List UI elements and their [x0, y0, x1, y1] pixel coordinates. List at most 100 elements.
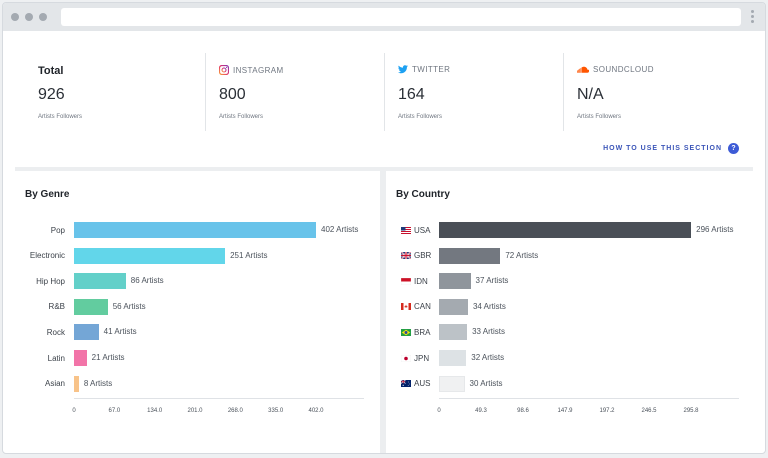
stat-subtitle: Artists Followers [398, 114, 443, 120]
chart-bar[interactable] [74, 222, 316, 238]
category-label: Electronic [15, 250, 65, 262]
x-tick-label: 0 [437, 408, 441, 414]
category-label: USA [401, 224, 430, 236]
category-text: BRA [414, 327, 431, 337]
bar-value-label: 34 Artists [472, 301, 506, 311]
stat-subtitle: Artists Followers [219, 114, 264, 120]
genre-chart-panel: By Genre Pop 402 Artists Electronic 251 Art… [15, 171, 380, 453]
category-label: Pop [15, 224, 65, 236]
bar-value-label: 37 Artists [475, 276, 509, 286]
bar-value-label: 8 Artists [83, 378, 113, 388]
browser-window: Total 926 Artists Followers INSTAGRAM 80… [2, 2, 766, 454]
category-text: R&B [48, 302, 65, 312]
category-text: AUS [414, 379, 431, 389]
chart-bar[interactable] [439, 298, 468, 315]
window-minimize-dot[interactable] [25, 13, 33, 21]
stats-row: Total 926 Artists Followers INSTAGRAM 80… [25, 53, 743, 131]
chart-bar[interactable] [74, 375, 79, 392]
chart-bar[interactable] [74, 273, 126, 290]
how-to-use-link[interactable]: HOW TO USE THIS SECTION ? [603, 143, 739, 154]
category-text: IDN [414, 276, 428, 286]
category-label: GBR [401, 250, 431, 262]
gbr-flag-icon [401, 252, 411, 260]
window-close-dot[interactable] [11, 13, 19, 21]
question-icon[interactable]: ? [728, 143, 739, 154]
aus-flag-icon [401, 380, 411, 388]
category-label: IDN [401, 275, 428, 287]
chart-bar[interactable] [439, 375, 465, 392]
chart-bar[interactable] [74, 247, 226, 264]
category-label: AUS [401, 378, 430, 390]
chart-bar[interactable] [439, 247, 501, 264]
chart-bar[interactable] [439, 324, 468, 341]
bar-value-label: 402 Artists [321, 225, 359, 234]
stat-header: INSTAGRAM [219, 65, 284, 75]
category-text: GBR [414, 251, 432, 261]
stat-title: TWITTER [412, 65, 451, 74]
stat-card-total: Total 926 Artists Followers [25, 53, 205, 131]
stat-subtitle: Artists Followers [577, 114, 622, 120]
x-axis-line [74, 398, 364, 399]
window-maximize-dot[interactable] [39, 13, 47, 21]
bar-value-label: 32 Artists [471, 353, 505, 362]
x-tick-label: 49.3 [475, 408, 487, 414]
category-label: Latin [15, 352, 65, 364]
genre-chart-title: By Genre [25, 189, 70, 200]
stat-value: N/A [577, 86, 604, 103]
stat-value: 926 [38, 86, 65, 103]
bar-value-label: 86 Artists [130, 276, 164, 286]
x-tick-label: 134.0 [147, 408, 163, 414]
stat-subtitle: Artists Followers [38, 114, 83, 120]
chart-bar[interactable] [439, 350, 467, 366]
x-tick-label: 402.0 [308, 408, 324, 414]
category-label: BRA [401, 326, 430, 338]
bar-value-label: 41 Artists [103, 327, 137, 337]
bar-value-label: 296 Artists [696, 225, 734, 234]
category-label: JPN [401, 352, 429, 364]
category-text: JPN [414, 353, 430, 363]
x-tick-label: 295.8 [683, 408, 699, 414]
x-tick-label: 268.0 [227, 408, 243, 414]
chart-bar[interactable] [74, 350, 87, 366]
country-chart-title: By Country [396, 189, 450, 200]
title-bar [3, 3, 765, 31]
bar-value-label: 21 Artists [91, 353, 125, 362]
stat-card-instagram: INSTAGRAM 800 Artists Followers [205, 53, 384, 131]
bar-value-label: 72 Artists [505, 250, 539, 260]
bar-value-label: 30 Artists [469, 378, 503, 388]
chart-bar[interactable] [74, 298, 108, 315]
stat-header: SOUNDCLOUD [577, 65, 654, 74]
category-text: Pop [50, 225, 65, 235]
bar-value-label: 56 Artists [112, 301, 146, 311]
chart-bar[interactable] [74, 324, 99, 341]
stat-card-twitter: TWITTER 164 Artists Followers [384, 53, 563, 131]
x-tick-label: 147.9 [557, 408, 573, 414]
category-text: Rock [46, 327, 65, 337]
chart-bar[interactable] [439, 222, 692, 238]
x-tick-label: 201.0 [187, 408, 203, 414]
bar-value-label: 251 Artists [230, 250, 268, 260]
stat-card-soundcloud: SOUNDCLOUD N/A Artists Followers [563, 53, 743, 131]
category-label: Asian [15, 378, 65, 390]
stat-value: 164 [398, 86, 425, 103]
category-label: CAN [401, 301, 431, 313]
twitter-icon [398, 65, 408, 74]
more-menu-icon[interactable] [751, 10, 755, 24]
x-tick-label: 98.6 [517, 408, 529, 414]
address-bar[interactable] [61, 8, 741, 26]
stat-title: INSTAGRAM [233, 65, 284, 75]
category-text: Asian [44, 379, 65, 389]
category-text: Electronic [29, 251, 65, 261]
chart-bar[interactable] [439, 273, 471, 290]
category-text: CAN [414, 302, 431, 312]
soundcloud-icon [577, 66, 589, 73]
stat-title: Total [38, 65, 64, 77]
category-text: Hip Hop [36, 276, 65, 286]
can-flag-icon [401, 303, 411, 311]
bar-value-label: 33 Artists [472, 327, 506, 337]
category-label: Hip Hop [15, 275, 65, 287]
category-label: R&B [15, 301, 65, 313]
x-tick-label: 0 [72, 408, 76, 414]
stat-header: TWITTER [398, 65, 450, 74]
instagram-icon [219, 65, 229, 75]
